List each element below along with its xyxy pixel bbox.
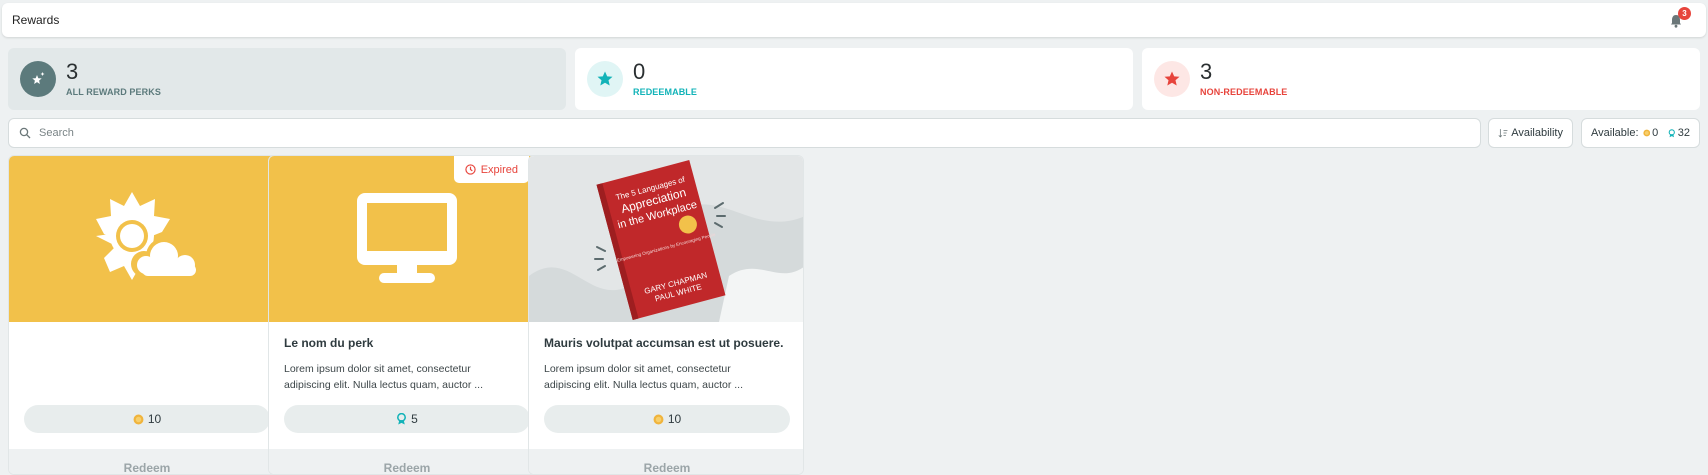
available-balance: Available: 0 32 (1581, 118, 1700, 148)
stat-label: ALL REWARD PERKS (66, 87, 161, 97)
perk-card[interactable]: The 5 Languages of Appreciation in the W… (528, 155, 804, 475)
available-coins: 0 (1652, 127, 1659, 139)
perk-card[interactable]: 10 Redeem (8, 155, 284, 475)
redeem-button[interactable]: Redeem (269, 449, 543, 474)
perk-title: Mauris volutpat accumsan est ut posuere. (544, 336, 784, 350)
filter-row: Availability Available: 0 32 (8, 118, 1700, 148)
stat-all-reward-perks[interactable]: 3 ALL REWARD PERKS (8, 48, 566, 110)
available-label: Available: (1591, 127, 1639, 139)
coin-icon (1642, 129, 1650, 137)
badge-icon (1668, 128, 1676, 137)
stat-label: NON-REDEEMABLE (1200, 87, 1288, 97)
sparkle-star-icon (20, 61, 56, 97)
stats-row: 3 ALL REWARD PERKS 0 REDEEMABLE 3 NON-RE… (8, 48, 1700, 110)
perk-card[interactable]: Expired Le nom du perk Lorem ipsum dolor… (268, 155, 544, 475)
perk-description: Lorem ipsum dolor sit amet, consectetur … (544, 363, 744, 391)
stat-value: 0 (633, 59, 646, 84)
notifications-button[interactable]: 3 (1668, 7, 1691, 29)
coin-icon (653, 414, 664, 424)
top-bar: Rewards 3 (2, 3, 1706, 37)
notification-count-badge: 3 (1678, 7, 1691, 20)
stat-label: REDEEMABLE (633, 87, 698, 97)
available-badges: 32 (1677, 127, 1690, 139)
stat-redeemable[interactable]: 0 REDEEMABLE (575, 48, 1133, 110)
search-input[interactable] (39, 127, 1439, 139)
stat-value: 3 (1200, 59, 1213, 84)
clock-icon (465, 164, 476, 175)
book-cover-image: The 5 Languages of Appreciation in the W… (529, 159, 803, 322)
sort-label: Availability (1511, 127, 1563, 139)
perk-description: Lorem ipsum dolor sit amet, consectetur … (284, 363, 484, 391)
stat-value: 3 (66, 59, 79, 84)
badge-icon (397, 413, 407, 425)
perk-cost: 10 (544, 405, 790, 433)
perk-cost-value: 5 (411, 412, 418, 426)
weather-icon (96, 192, 199, 280)
sort-icon (1498, 129, 1508, 138)
stat-non-redeemable[interactable]: 3 NON-REDEEMABLE (1142, 48, 1700, 110)
redeem-button[interactable]: Redeem (529, 449, 803, 474)
expired-label: Expired (480, 163, 518, 176)
page-title: Rewards (12, 13, 60, 27)
perk-cost: 10 (24, 405, 270, 433)
sort-availability-button[interactable]: Availability (1488, 118, 1573, 148)
expired-badge: Expired (453, 156, 529, 183)
star-icon (587, 61, 623, 97)
perk-cost-value: 10 (147, 412, 162, 426)
perk-image (9, 156, 283, 322)
perk-title: Le nom du perk (284, 336, 374, 350)
monitor-icon (357, 193, 457, 283)
redeem-button[interactable]: Redeem (9, 449, 283, 474)
coin-icon (133, 414, 144, 424)
search-icon (19, 127, 31, 139)
star-icon (1154, 61, 1190, 97)
search-box[interactable] (8, 118, 1481, 148)
perk-cost: 5 (284, 405, 530, 433)
perk-image: The 5 Languages of Appreciation in the W… (529, 156, 803, 322)
perk-cost-value: 10 (667, 412, 682, 426)
